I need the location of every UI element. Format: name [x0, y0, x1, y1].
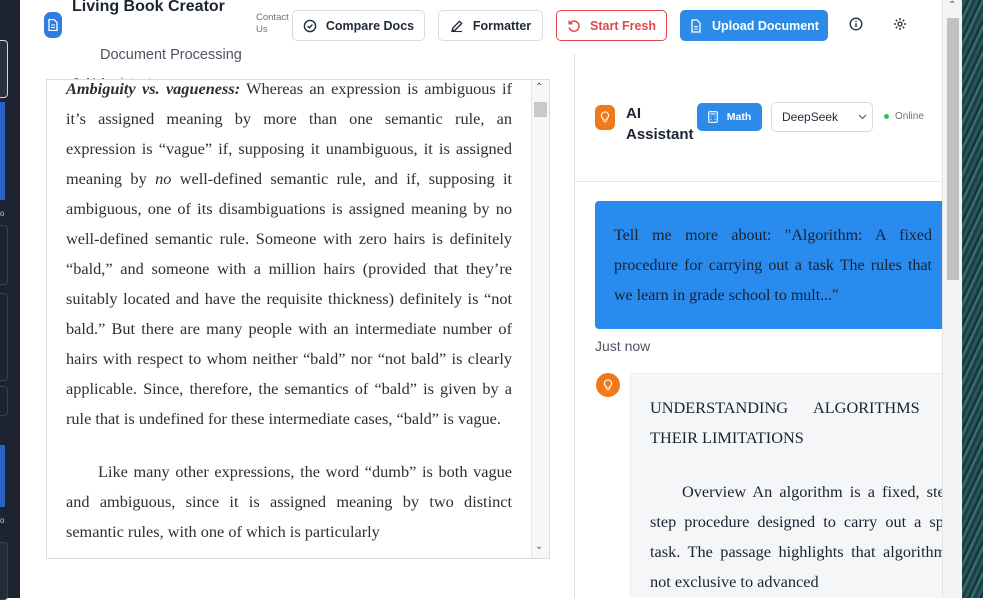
paragraph-heading: Ambiguity vs. vagueness:: [66, 79, 241, 98]
online-status-text: Online: [895, 111, 924, 122]
user-message-text: Tell me more about: "Algorithm: A fixed …: [614, 227, 932, 304]
compare-docs-button[interactable]: Compare Docs: [292, 10, 425, 41]
gear-icon[interactable]: [893, 17, 907, 31]
info-icon[interactable]: [849, 17, 863, 31]
document-icon: [44, 12, 62, 38]
assistant-avatar-lightbulb-icon: [596, 373, 620, 397]
message-timestamp: Just now: [595, 338, 651, 354]
paragraph-text: well-defined semantic rule, and if, supp…: [66, 169, 513, 428]
start-fresh-button[interactable]: Start Fresh: [556, 10, 667, 41]
assistant-title: AI Assistant: [626, 105, 694, 143]
user-message-bubble: Tell me more about: "Algorithm: A fixed …: [595, 201, 945, 329]
desktop-background-left: o o: [0, 0, 20, 600]
assistant-message-bubble: UNDERSTANDING ALGORITHMS AND THEIR LIMIT…: [630, 373, 962, 598]
edit-icon: [450, 19, 463, 32]
scroll-up-arrow[interactable]: ⌃: [535, 82, 543, 93]
compare-docs-label: Compare Docs: [325, 18, 415, 33]
upload-doc-icon: [691, 18, 701, 33]
upload-document-button[interactable]: Upload Document: [680, 10, 828, 41]
subtitle-line-1: Document Processing: [100, 47, 242, 63]
document-viewer[interactable]: Ambiguity vs. vagueness: Whereas an expr…: [46, 79, 550, 559]
upload-document-label: Upload Document: [712, 18, 819, 33]
math-mode-label: Math: [726, 111, 752, 123]
scrollbar-thumb[interactable]: [534, 102, 547, 117]
app-title: Living Book Creator: [72, 0, 225, 15]
check-circle-icon: [303, 19, 317, 32]
window-scrollbar[interactable]: ⌃: [942, 0, 962, 598]
scroll-down-arrow[interactable]: ⌄: [535, 541, 543, 552]
assistant-header-divider: [575, 181, 942, 182]
start-fresh-label: Start Fresh: [590, 18, 656, 33]
desktop-background-right: [962, 0, 983, 598]
formatter-label: Formatter: [472, 18, 532, 33]
scroll-up-arrow[interactable]: ⌃: [948, 0, 956, 11]
online-status-dot: [884, 114, 889, 119]
contact-us-link[interactable]: Contact Us: [256, 12, 292, 36]
document-scrollbar[interactable]: ⌃ ⌄: [531, 80, 549, 558]
assistant-message-text: Overview An algorithm is a fixed, step-b…: [650, 482, 962, 591]
emphasis-text: no: [155, 169, 172, 188]
formatter-button[interactable]: Formatter: [438, 10, 543, 41]
paragraph-text: Like many other expressions, the word “d…: [66, 462, 512, 541]
app-window: Living Book Creator Contact Us Compare D…: [20, 0, 962, 598]
math-mode-button[interactable]: Math: [697, 103, 762, 131]
lightbulb-icon: [595, 105, 615, 130]
model-select-value: DeepSeek: [782, 110, 839, 124]
calculator-icon: [707, 111, 718, 123]
document-text: Ambiguity vs. vagueness: Whereas an expr…: [66, 79, 513, 547]
panel-divider: [574, 54, 575, 598]
model-select[interactable]: DeepSeek: [771, 102, 873, 132]
assistant-message-heading: UNDERSTANDING ALGORITHMS AND THEIR LIMIT…: [650, 398, 962, 447]
scrollbar-thumb[interactable]: [947, 18, 959, 280]
refresh-icon: [568, 19, 580, 32]
chevron-down-icon: [858, 114, 867, 120]
